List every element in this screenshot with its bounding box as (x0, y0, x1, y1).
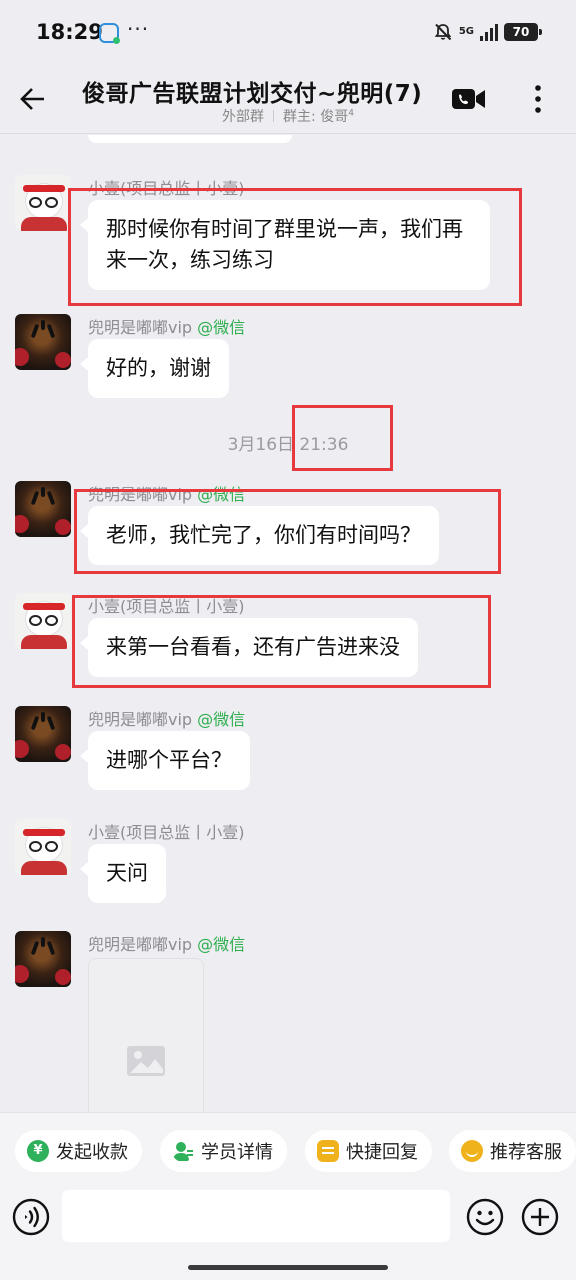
student-details-button[interactable]: 学员详情 (160, 1130, 287, 1172)
sender-name: 小壹(项目总监丨小壹) (88, 823, 245, 842)
message-bubble[interactable]: 进哪个平台？ (80, 731, 250, 790)
quick-action-label: 学员详情 (201, 1142, 273, 1163)
bear-avatar[interactable] (15, 175, 71, 231)
chat-subtitle: 外部群 群主: 俊哥4 (0, 106, 576, 126)
recommend-service-button[interactable]: 推荐客服 (449, 1130, 576, 1172)
status-bar: 18:29 ··· 5G 70 (0, 0, 576, 66)
sender-name: 兜明是嘟嘟vip @微信 (88, 935, 246, 954)
plus-icon[interactable] (521, 1198, 559, 1236)
annotation-box (292, 405, 393, 471)
annotation-box (74, 489, 501, 574)
bear-avatar[interactable] (15, 819, 71, 875)
more-notifications-indicator: ··· (127, 17, 150, 41)
app-notification-icon (99, 23, 120, 44)
sender-name: 兜明是嘟嘟vip @微信 (88, 710, 246, 729)
image-message[interactable] (88, 958, 204, 1112)
timestamp-date: 3月16日 (227, 435, 295, 455)
input-bar (0, 1188, 576, 1280)
annotation-box (68, 188, 522, 306)
home-indicator[interactable] (188, 1265, 388, 1270)
battery-icon: 70 (504, 23, 542, 41)
payment-icon: ¥ (27, 1140, 49, 1162)
chat-header: 俊哥广告联盟计划交付~兜明(7) 外部群 群主: 俊哥4 (0, 66, 576, 134)
group-owner-label: 群主: 俊哥 (283, 109, 349, 125)
quick-actions-bar: ¥ 发起收款 学员详情 快捷回复 推荐客服 (0, 1112, 576, 1188)
message-bubble[interactable]: 天问 (80, 844, 166, 903)
status-right: 5G 70 (433, 22, 542, 42)
sender-name: 兜明是嘟嘟vip @微信 (88, 318, 246, 337)
message-list[interactable]: 小壹(项目总监丨小壹) 那时候你有时间了群里说一声，我们再来一次，练习练习 兜明… (0, 135, 576, 1112)
quick-action-label: 发起收款 (56, 1142, 128, 1163)
collect-payment-button[interactable]: ¥ 发起收款 (15, 1130, 142, 1172)
quick-action-label: 快捷回复 (346, 1142, 418, 1163)
signal-icon (480, 23, 498, 41)
subtitle-divider (273, 110, 275, 122)
video-call-icon[interactable] (452, 88, 486, 110)
quick-reply-button[interactable]: 快捷回复 (305, 1130, 432, 1172)
emoji-icon[interactable] (466, 1198, 504, 1236)
user-icon (173, 1142, 193, 1161)
mute-icon (434, 23, 452, 41)
tiger-avatar[interactable] (15, 314, 71, 370)
message-input[interactable] (62, 1190, 450, 1242)
network-type: 5G (458, 26, 474, 37)
voice-input-icon[interactable] (12, 1198, 50, 1236)
annotation-box (72, 595, 491, 688)
quick-reply-icon (317, 1140, 339, 1162)
more-options-icon[interactable] (527, 83, 549, 115)
group-type-label: 外部群 (222, 109, 265, 125)
group-owner-mark: 4 (348, 108, 354, 119)
message-bubble[interactable]: 好的，谢谢 (80, 339, 229, 398)
tiger-avatar[interactable] (15, 931, 71, 987)
bear-avatar[interactable] (15, 593, 71, 649)
status-time: 18:29 (36, 20, 103, 44)
message-timestamp: 3月16日 21:36 (0, 430, 576, 455)
chat-title: 俊哥广告联盟计划交付~兜明(7) (82, 81, 423, 107)
quick-action-label: 推荐客服 (490, 1142, 562, 1163)
tiger-avatar[interactable] (15, 481, 71, 537)
service-icon (461, 1140, 483, 1162)
tiger-avatar[interactable] (15, 706, 71, 762)
previous-message-bubble (88, 135, 292, 143)
image-placeholder-icon (127, 1046, 165, 1076)
